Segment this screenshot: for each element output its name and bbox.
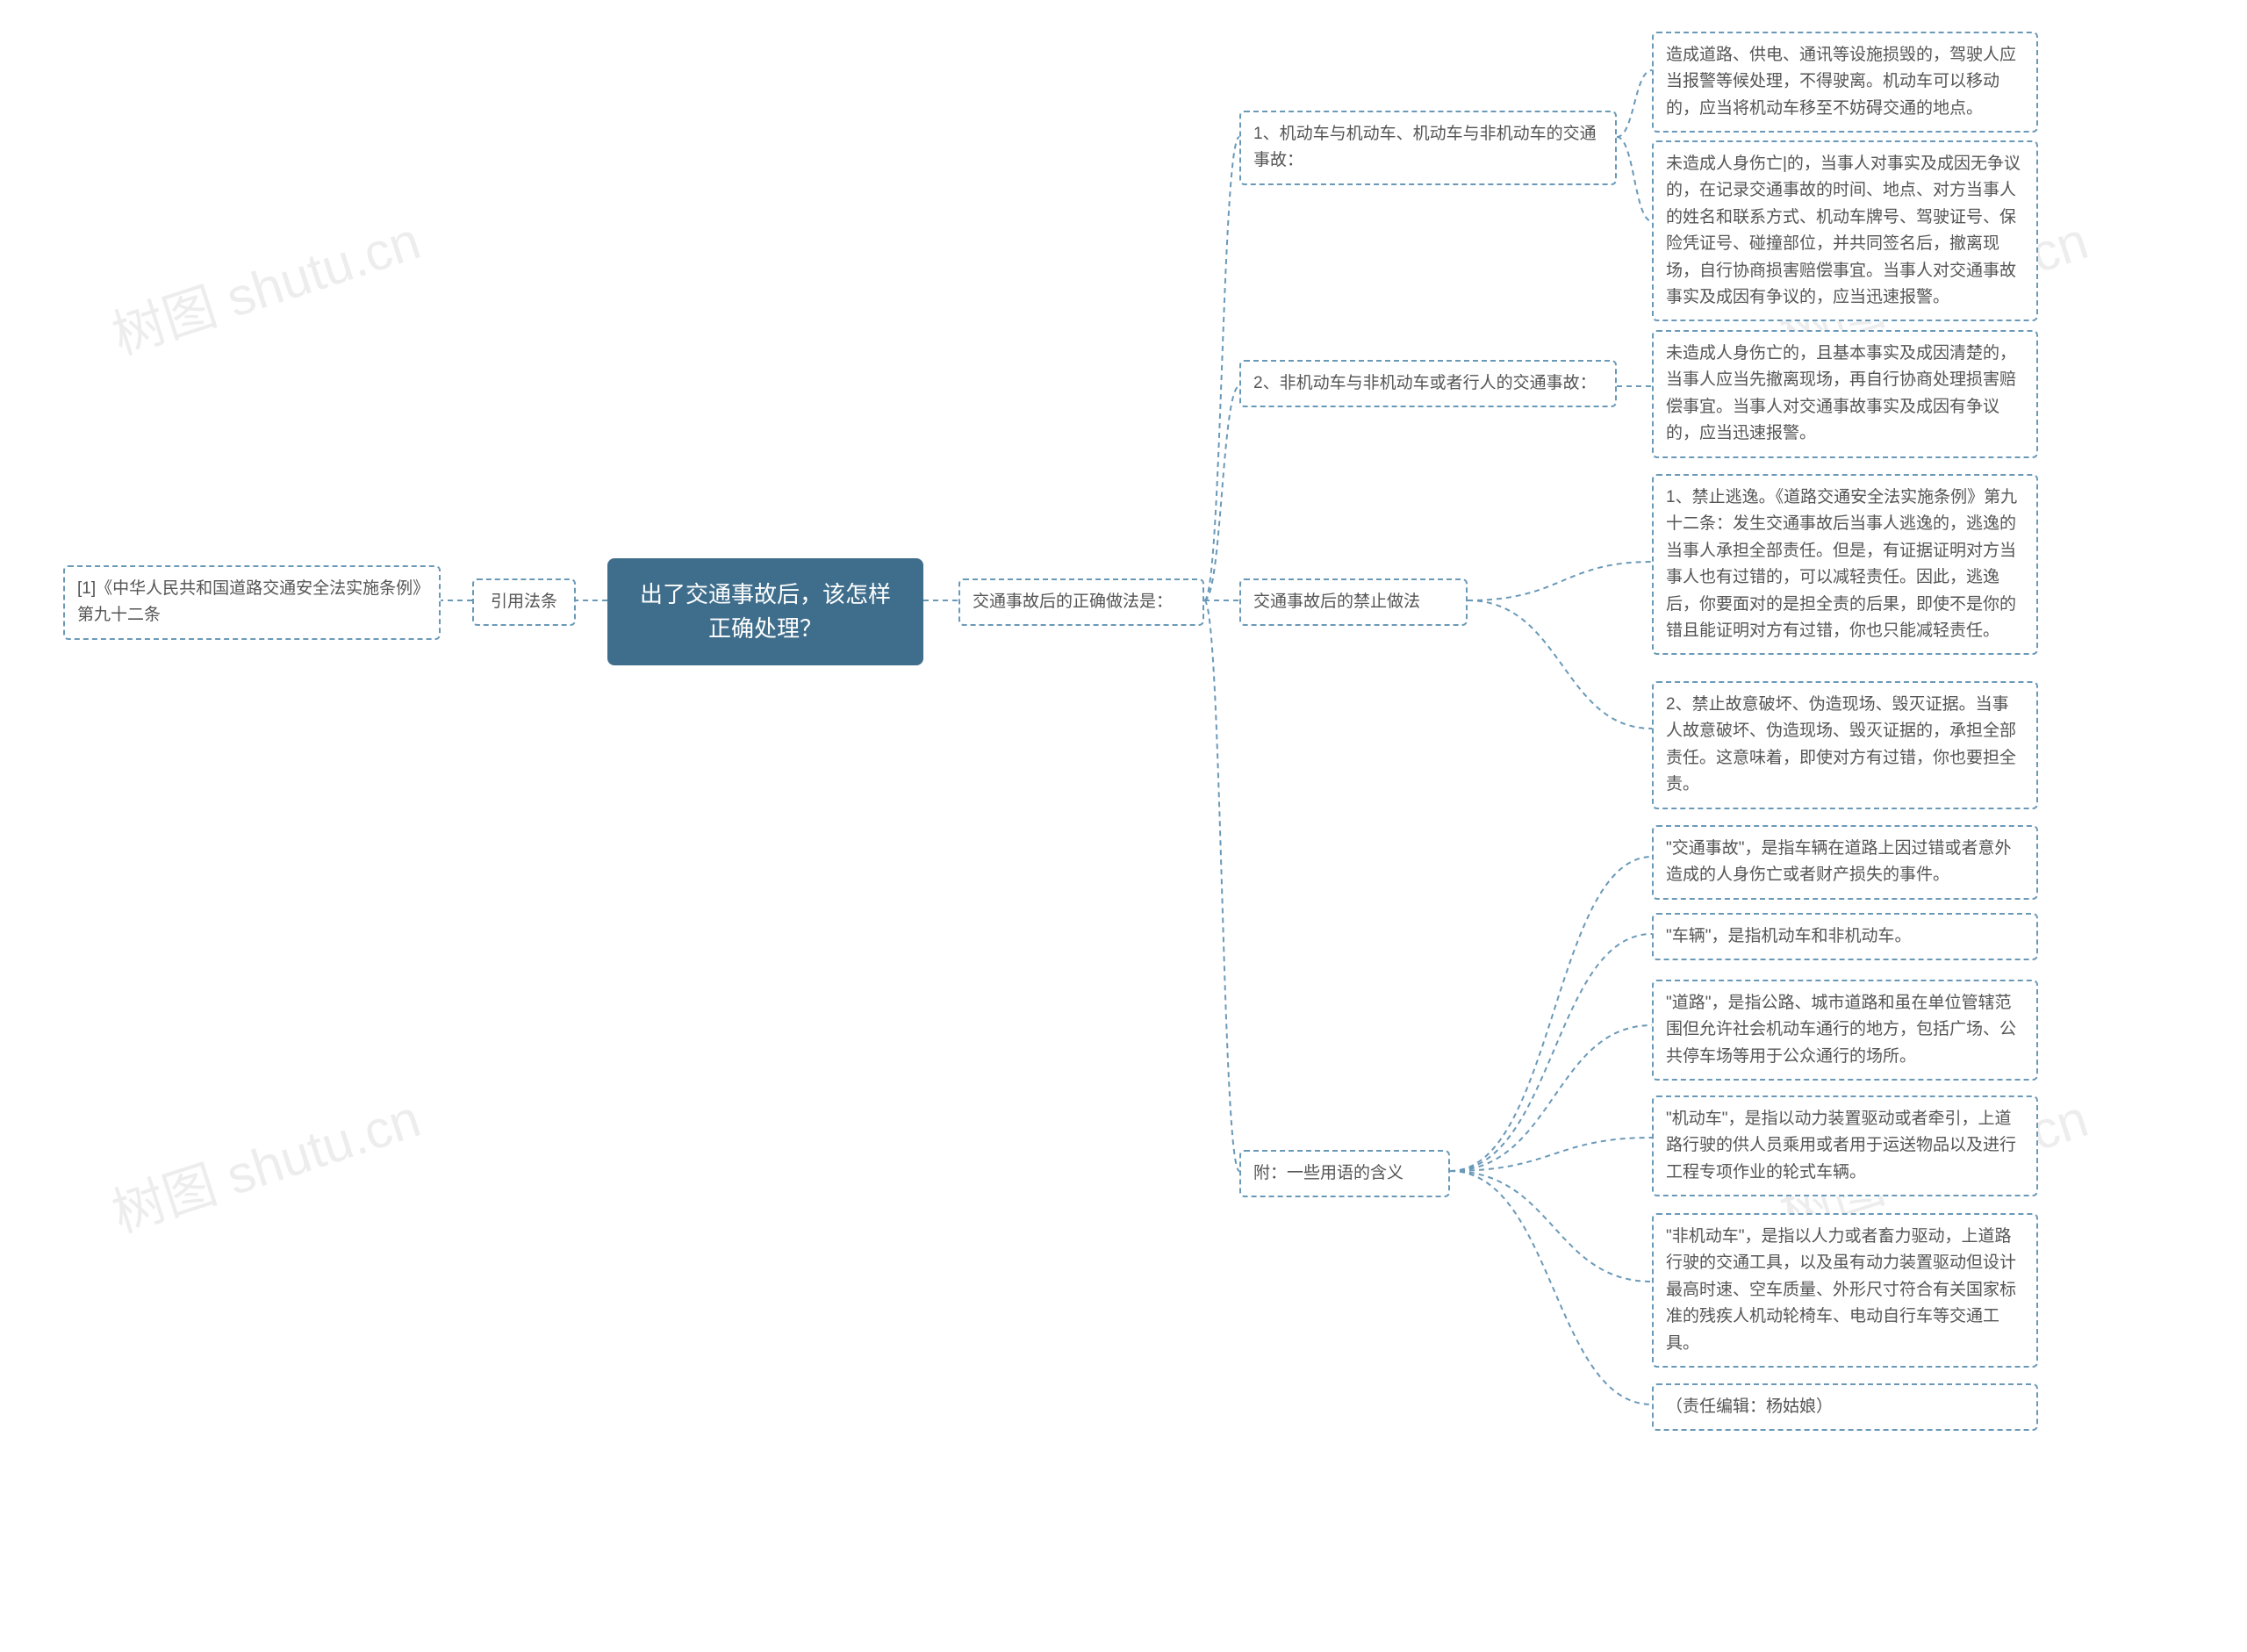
sec4-item1: "交通事故"，是指车辆在道路上因过错或者意外造成的人身伤亡或者财产损失的事件。: [1652, 825, 2038, 900]
right-main-label: 交通事故后的正确做法是：: [958, 578, 1204, 626]
watermark: 树图 shutu.cn: [101, 1076, 428, 1247]
root-title-line1: 出了交通事故后，该怎样: [640, 581, 891, 607]
sec2-item1: 未造成人身伤亡的，且基本事实及成因清楚的，当事人应当先撤离现场，再自行协商处理损…: [1652, 330, 2038, 458]
sec4-item4: "机动车"，是指以动力装置驱动或者牵引，上道路行驶的供人员乘用或者用于运送物品以…: [1652, 1095, 2038, 1196]
sec1-label: 1、机动车与机动车、机动车与非机动车的交通事故：: [1239, 111, 1617, 185]
left-branch-label: 引用法条: [472, 578, 576, 626]
sec4-item5: "非机动车"，是指以人力或者畜力驱动，上道路行驶的交通工具，以及虽有动力装置驱动…: [1652, 1213, 2038, 1368]
sec3-item1: 1、禁止逃逸。《道路交通安全法实施条例》第九十二条：发生交通事故后当事人逃逸的，…: [1652, 474, 2038, 655]
sec1-item2: 未造成人身伤亡|的，当事人对事实及成因无争议的，在记录交通事故的时间、地点、对方…: [1652, 140, 2038, 321]
sec3-item2: 2、禁止故意破坏、伪造现场、毁灭证据。当事人故意破坏、伪造现场、毁灭证据的，承担…: [1652, 681, 2038, 809]
sec3-label: 交通事故后的禁止做法: [1239, 578, 1468, 626]
sec4-item3: "道路"，是指公路、城市道路和虽在单位管辖范围但允许社会机动车通行的地方，包括广…: [1652, 980, 2038, 1081]
sec4-item6: （责任编辑：杨姑娘）: [1652, 1383, 2038, 1431]
sec2-label: 2、非机动车与非机动车或者行人的交通事故：: [1239, 360, 1617, 407]
sec4-label: 附：一些用语的含义: [1239, 1150, 1450, 1197]
sec4-item2: "车辆"，是指机动车和非机动车。: [1652, 913, 2038, 960]
watermark: 树图 shutu.cn: [101, 198, 428, 370]
root-title-line2: 正确处理？: [708, 615, 822, 642]
left-branch-item: [1]《中华人民共和国道路交通安全法实施条例》第九十二条: [63, 565, 441, 640]
root-node: 出了交通事故后，该怎样 正确处理？: [607, 558, 923, 665]
sec1-item1: 造成道路、供电、通讯等设施损毁的，驾驶人应当报警等候处理，不得驶离。机动车可以移…: [1652, 32, 2038, 133]
